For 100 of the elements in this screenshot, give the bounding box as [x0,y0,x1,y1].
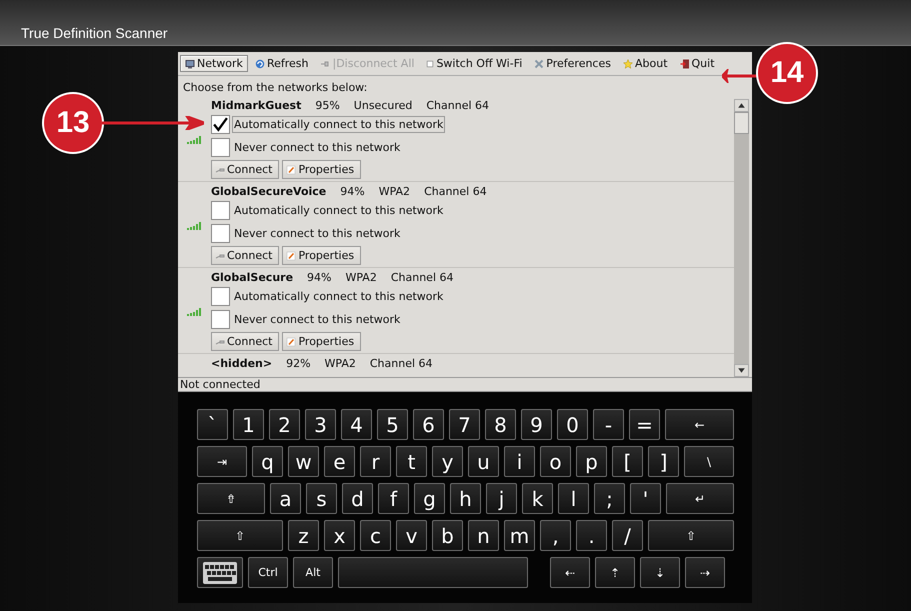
keyboard-key[interactable]: z [288,520,319,551]
keyboard-key[interactable]: 2 [269,409,300,440]
keyboard-key[interactable]: u [468,446,499,477]
keyboard-key[interactable]: \ [684,446,734,477]
checkbox-label: Automatically connect to this network [233,203,444,219]
keyboard-key[interactable]: r [360,446,391,477]
keyboard-key[interactable]: ; [594,483,625,514]
connect-button[interactable]: Connect [211,332,280,351]
keyboard-key[interactable]: = [629,409,660,440]
keyboard-key[interactable]: k [522,483,553,514]
never-connect-checkbox[interactable] [211,224,230,243]
channel-label: Channel 64 [426,99,490,112]
keyboard-key[interactable]: 7 [449,409,480,440]
keyboard-key[interactable]: Alt [293,557,333,588]
properties-button[interactable]: Properties [282,332,362,351]
space-key[interactable] [338,557,528,588]
network-name: GlobalSecureVoice [211,185,326,198]
keyboard-key[interactable]: . [576,520,607,551]
keyboard-key[interactable]: f [378,483,409,514]
pencil-icon [286,164,296,174]
keyboard-key[interactable]: a [270,483,301,514]
signal-strength-icon [187,136,203,144]
keyboard-key[interactable]: c [360,520,391,551]
toolbar-button[interactable]: Refresh [250,55,314,72]
keyboard-key[interactable]: i [504,446,535,477]
connect-button[interactable]: Connect [211,160,280,179]
scroll-up-icon[interactable] [734,99,749,112]
keyboard-key[interactable]: ↵ [666,483,734,514]
keyboard-key[interactable]: ⇧ [197,520,283,551]
auto-connect-checkbox[interactable] [211,115,230,134]
computer-icon [185,58,195,68]
keyboard-key[interactable]: g [414,483,445,514]
keyboard-key[interactable]: - [593,409,624,440]
channel-label: Channel 64 [424,185,487,198]
keyboard-key[interactable]: 5 [377,409,408,440]
keyboard-key[interactable]: ` [197,409,228,440]
keyboard-icon [203,562,237,584]
keyboard-key[interactable]: 6 [413,409,444,440]
keyboard-key[interactable]: h [450,483,481,514]
exit-icon [680,58,690,68]
never-connect-checkbox[interactable] [211,310,230,329]
keyboard-key[interactable]: 0 [557,409,588,440]
keyboard-key[interactable]: 4 [341,409,372,440]
keyboard-key[interactable]: q [252,446,283,477]
keyboard-key[interactable]: m [504,520,535,551]
keyboard-key[interactable]: ] [648,446,679,477]
keyboard-key[interactable]: e [324,446,355,477]
keyboard-key[interactable]: ⇮ [197,483,265,514]
keyboard-key[interactable]: o [540,446,571,477]
properties-button[interactable]: Properties [282,160,362,179]
keyboard-key[interactable]: ⇧ [648,520,734,551]
keyboard-key[interactable]: ⇢ [685,557,725,588]
keyboard-key[interactable]: y [432,446,463,477]
keyboard-key[interactable]: s [306,483,337,514]
toolbar-button[interactable]: Quit [674,55,720,72]
never-connect-checkbox[interactable] [211,138,230,157]
keyboard-key[interactable]: [ [612,446,643,477]
toolbar-button[interactable]: Preferences [529,55,616,72]
keyboard-key[interactable]: ⇠ [550,557,590,588]
keyboard-key[interactable]: 9 [521,409,552,440]
keyboard-key[interactable]: v [396,520,427,551]
auto-connect-checkbox[interactable] [211,287,230,306]
properties-button[interactable]: Properties [282,246,362,265]
keyboard-key[interactable]: l [558,483,589,514]
keyboard-key[interactable]: d [342,483,373,514]
scrollbar[interactable] [734,99,749,377]
tools-icon [534,58,544,68]
keyboard-key[interactable]: w [288,446,319,477]
toolbar-button[interactable]: About [618,55,673,72]
keyboard-key[interactable]: / [612,520,643,551]
keyboard-key[interactable]: 1 [233,409,264,440]
keyboard-key[interactable]: Ctrl [248,557,288,588]
keyboard-key[interactable]: p [576,446,607,477]
keyboard-key[interactable] [197,557,243,588]
callout-badge: 14 [758,44,816,102]
keyboard-key[interactable]: 8 [485,409,516,440]
connect-button[interactable]: Connect [211,246,280,265]
signal-strength-icon [187,222,203,230]
keyboard-key[interactable]: b [432,520,463,551]
keyboard-key[interactable]: ⇣ [640,557,680,588]
scroll-down-icon[interactable] [734,364,749,377]
checkbox-label: Automatically connect to this network [233,289,444,305]
auto-connect-checkbox[interactable] [211,201,230,220]
signal-percent: 92% [286,357,311,370]
keyboard-key[interactable]: ← [665,409,734,440]
toolbar-button[interactable]: Switch Off Wi-Fi [421,55,528,72]
scroll-thumb[interactable] [734,112,749,134]
keyboard-key[interactable]: n [468,520,499,551]
keyboard-key[interactable]: ⇥ [197,446,247,477]
callout-badge: 13 [44,94,102,152]
keyboard-key[interactable]: , [540,520,571,551]
keyboard-key[interactable]: ⇡ [595,557,635,588]
checkbox-label: Never connect to this network [233,226,402,242]
keyboard-key[interactable]: t [396,446,427,477]
keyboard-key[interactable]: ' [630,483,661,514]
checkbox-icon [426,60,434,68]
keyboard-key[interactable]: j [486,483,517,514]
toolbar-button[interactable]: Network [180,55,248,72]
keyboard-key[interactable]: 3 [305,409,336,440]
keyboard-key[interactable]: x [324,520,355,551]
